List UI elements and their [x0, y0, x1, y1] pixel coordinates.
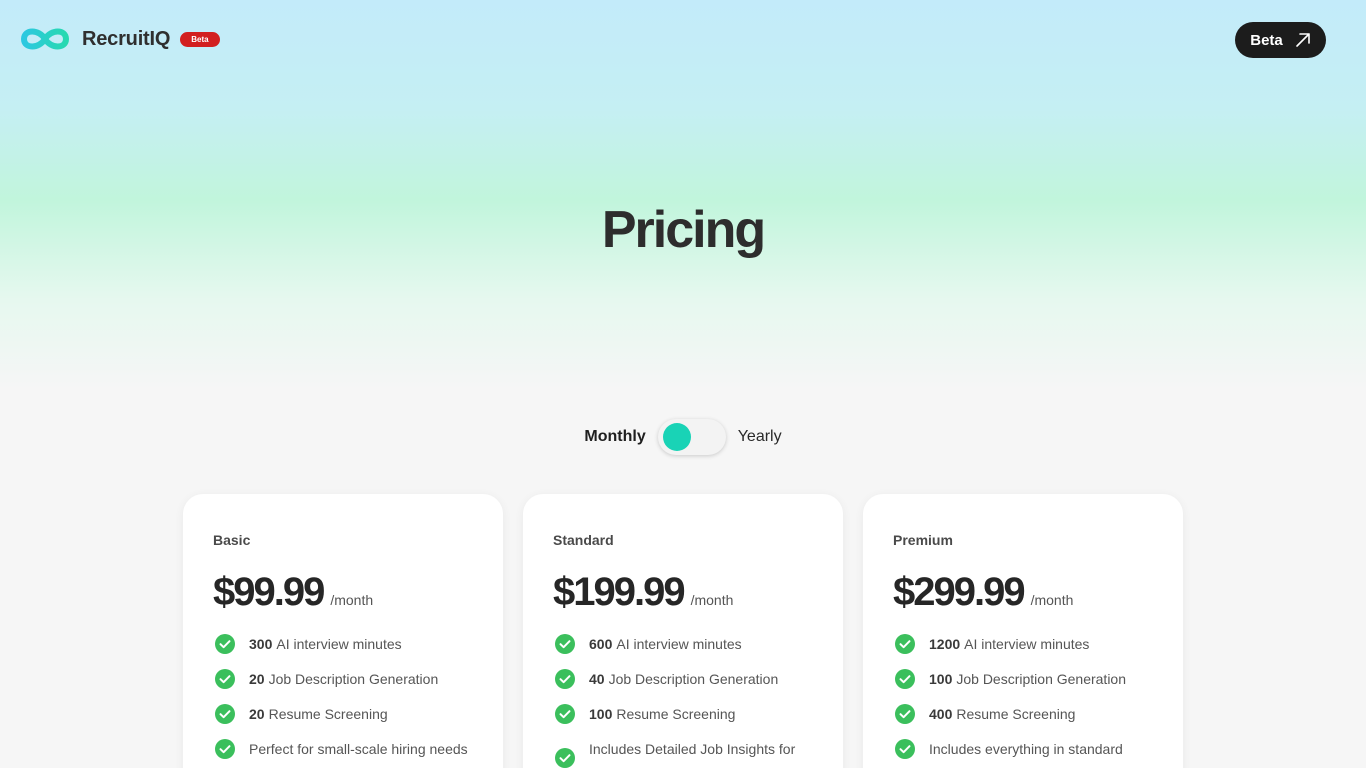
check-circle-icon	[215, 634, 235, 654]
price-row: $199.99 /month	[553, 570, 813, 615]
page-title: Pricing	[601, 201, 766, 259]
feature-text: Perfect for small-scale hiring needs	[249, 741, 468, 757]
plan-name: Premium	[893, 532, 953, 548]
monthly-label[interactable]: Monthly	[584, 428, 645, 446]
plan-name: Basic	[213, 532, 251, 548]
plan-card-standard: Standard $199.99 /month 600 AI interview …	[523, 494, 843, 768]
feature-text: AI interview minutes	[964, 636, 1090, 652]
infinity-logo-icon	[21, 28, 69, 50]
plan-price: $299.99	[893, 570, 1026, 614]
yearly-label[interactable]: Yearly	[738, 428, 782, 446]
beta-button[interactable]: Beta	[1235, 22, 1326, 58]
beta-badge: Beta	[180, 31, 220, 47]
feature-text: Job Description Generation	[608, 671, 779, 687]
feature-count: 40	[589, 671, 605, 687]
price-period: /month	[690, 592, 734, 608]
check-circle-icon	[895, 634, 915, 654]
plan-price: $99.99	[213, 570, 325, 614]
check-circle-icon	[555, 669, 575, 689]
feature-count: 20	[249, 706, 265, 722]
feature-count: 300	[249, 636, 273, 652]
feature-text: Job Description Generation	[268, 671, 439, 687]
feature-text: AI interview minutes	[616, 636, 742, 652]
feature-count: 20	[249, 671, 265, 687]
feature-item: 100 Job Description Generation	[893, 669, 1153, 689]
check-circle-icon	[555, 748, 575, 768]
check-circle-icon	[555, 704, 575, 724]
feature-text: Job Description Generation	[956, 671, 1127, 687]
feature-count: 1200	[929, 636, 961, 652]
feature-item: Perfect for small-scale hiring needs	[213, 739, 473, 759]
billing-toggle: Monthly Yearly	[0, 419, 1366, 455]
feature-item: Includes Detailed Job Insights for	[553, 740, 813, 768]
feature-count: 100	[589, 706, 613, 722]
plan-price: $199.99	[553, 570, 686, 614]
feature-count: 400	[929, 706, 953, 722]
feature-item: 20 Resume Screening	[213, 704, 473, 724]
feature-text: Includes Detailed Job Insights for	[589, 741, 796, 757]
brand-name: RecruitIQ	[82, 27, 171, 50]
check-circle-icon	[895, 669, 915, 689]
feature-list: 1200 AI interview minutes 100 Job Descript…	[893, 634, 1153, 759]
beta-button-label: Beta	[1250, 31, 1283, 49]
feature-text: Includes everything in standard	[929, 741, 1123, 757]
check-circle-icon	[895, 704, 915, 724]
feature-text: AI interview minutes	[276, 636, 402, 652]
switch-knob	[662, 423, 691, 451]
feature-text: Resume Screening	[956, 706, 1076, 722]
arrow-up-right-icon	[1295, 33, 1310, 47]
plan-card-basic: Basic $99.99 /month 300 AI interview minu…	[183, 494, 503, 768]
plan-name: Standard	[553, 532, 614, 548]
feature-item: 40 Job Description Generation	[553, 669, 813, 689]
feature-item: 300 AI interview minutes	[213, 634, 473, 654]
feature-list: 600 AI interview minutes 40 Job Descriptio…	[553, 634, 813, 768]
price-period: /month	[1030, 592, 1074, 608]
check-circle-icon	[215, 739, 235, 759]
check-circle-icon	[555, 634, 575, 654]
price-row: $299.99 /month	[893, 570, 1153, 615]
check-circle-icon	[895, 739, 915, 759]
feature-text: Resume Screening	[616, 706, 736, 722]
billing-switch[interactable]	[657, 419, 726, 455]
feature-item: 1200 AI interview minutes	[893, 634, 1153, 654]
feature-text: Resume Screening	[268, 706, 388, 722]
feature-count: 600	[589, 636, 613, 652]
price-row: $99.99 /month	[213, 570, 473, 615]
feature-count: 100	[929, 671, 953, 687]
top-header: RecruitIQ Beta Beta	[0, 0, 1366, 80]
feature-list: 300 AI interview minutes 20 Job Descriptio…	[213, 634, 473, 759]
feature-item: 600 AI interview minutes	[553, 634, 813, 654]
check-circle-icon	[215, 704, 235, 724]
feature-item: 20 Job Description Generation	[213, 669, 473, 689]
price-period: /month	[330, 592, 374, 608]
plan-card-premium: Premium $299.99 /month 1200 AI interview …	[863, 494, 1183, 768]
check-circle-icon	[215, 669, 235, 689]
feature-item: Includes everything in standard	[893, 739, 1153, 759]
feature-item: 100 Resume Screening	[553, 704, 813, 724]
feature-item: 400 Resume Screening	[893, 704, 1153, 724]
brand-logo[interactable]: RecruitIQ Beta	[18, 24, 220, 54]
